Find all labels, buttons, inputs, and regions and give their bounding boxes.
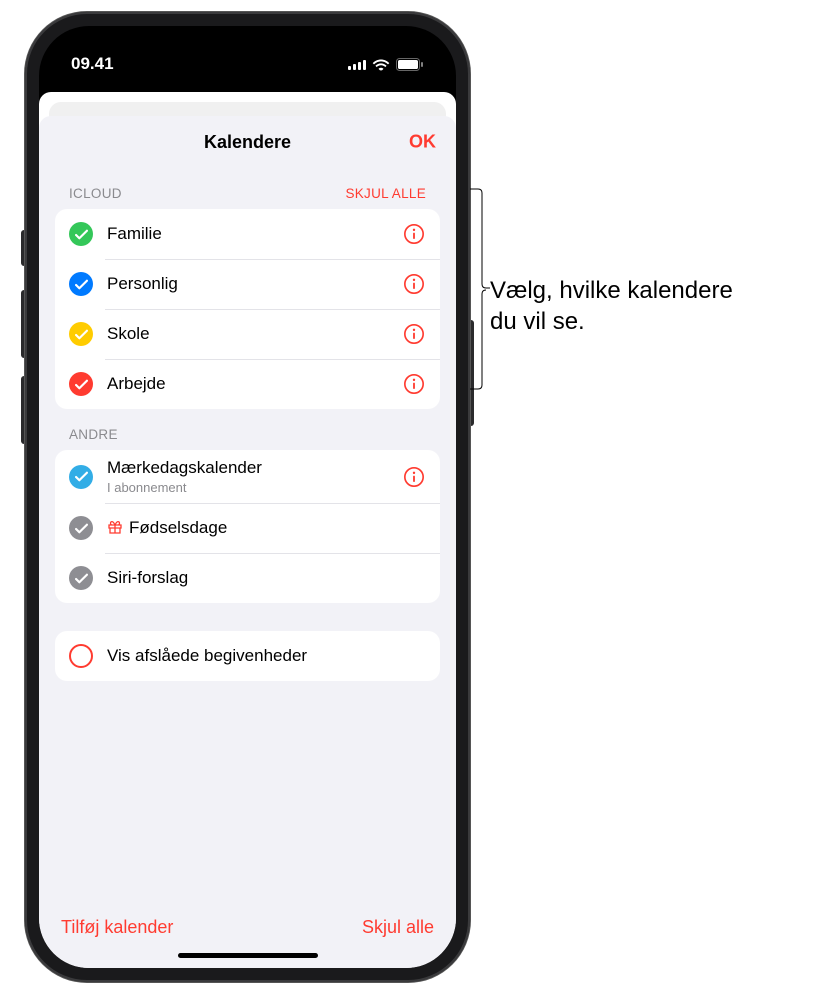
spacer — [55, 603, 440, 631]
phone-frame: 09.41 Kalendere OK ICLOUD SKJ — [25, 12, 470, 982]
callout-bracket — [470, 188, 490, 390]
wifi-icon — [372, 58, 390, 71]
gift-icon — [107, 519, 123, 535]
checkbox-checked-icon[interactable] — [69, 566, 93, 590]
checkbox-checked-icon[interactable] — [69, 465, 93, 489]
icloud-calendar-group: Familie Personlig — [55, 209, 440, 409]
status-right — [348, 58, 424, 71]
calendar-label: Mærkedagskalender — [107, 458, 388, 478]
info-icon[interactable] — [402, 222, 426, 246]
callout-line1: Vælg, hvilke kalendere — [490, 275, 733, 306]
calendar-sublabel: I abonnement — [107, 480, 388, 495]
other-calendar-group: Mærkedagskalender I abonnement — [55, 450, 440, 603]
sheet-title: Kalendere — [204, 132, 291, 153]
done-button[interactable]: OK — [409, 132, 436, 153]
calendar-row-holidays[interactable]: Mærkedagskalender I abonnement — [55, 450, 440, 503]
icloud-section-header: ICLOUD SKJUL ALLE — [55, 168, 440, 209]
calendar-row-siri[interactable]: Siri-forslag — [55, 553, 440, 603]
calendar-row-birthdays[interactable]: Fødselsdage — [55, 503, 440, 553]
checkbox-checked-icon[interactable] — [69, 272, 93, 296]
calendars-sheet: Kalendere OK ICLOUD SKJUL ALLE Familie — [39, 116, 456, 968]
calendar-label: Fødselsdage — [107, 518, 426, 538]
icloud-header-label: ICLOUD — [69, 186, 122, 201]
info-icon[interactable] — [402, 272, 426, 296]
battery-icon — [396, 58, 424, 71]
checkbox-unchecked-icon[interactable] — [69, 644, 93, 668]
declined-events-group: Vis afslåede begivenheder — [55, 631, 440, 681]
sheet-header: Kalendere OK — [39, 116, 456, 168]
calendar-label-wrap: Mærkedagskalender I abonnement — [107, 458, 388, 495]
info-icon[interactable] — [402, 372, 426, 396]
calendar-row-arbejde[interactable]: Arbejde — [55, 359, 440, 409]
checkbox-checked-icon[interactable] — [69, 372, 93, 396]
callout-text: Vælg, hvilke kalendere du vil se. — [490, 275, 733, 337]
info-icon[interactable] — [402, 322, 426, 346]
status-time: 09.41 — [71, 54, 114, 74]
checkbox-checked-icon[interactable] — [69, 516, 93, 540]
calendar-row-personlig[interactable]: Personlig — [55, 259, 440, 309]
show-declined-label: Vis afslåede begivenheder — [107, 646, 426, 666]
hide-all-button[interactable]: Skjul alle — [362, 917, 434, 938]
dynamic-island — [184, 44, 312, 82]
other-section-header: ANDRE — [55, 409, 440, 450]
calendar-row-skole[interactable]: Skole — [55, 309, 440, 359]
calendar-label: Siri-forslag — [107, 568, 426, 588]
add-calendar-button[interactable]: Tilføj kalender — [61, 917, 173, 938]
info-icon[interactable] — [402, 465, 426, 489]
home-indicator[interactable] — [178, 953, 318, 958]
phone-screen: 09.41 Kalendere OK ICLOUD SKJ — [39, 26, 456, 968]
sheet-content[interactable]: ICLOUD SKJUL ALLE Familie — [39, 168, 456, 899]
calendar-label-text: Fødselsdage — [129, 518, 227, 537]
other-header-label: ANDRE — [69, 427, 118, 442]
calendar-label: Arbejde — [107, 374, 388, 394]
calendar-row-familie[interactable]: Familie — [55, 209, 440, 259]
checkbox-checked-icon[interactable] — [69, 322, 93, 346]
calendar-label: Personlig — [107, 274, 388, 294]
checkbox-checked-icon[interactable] — [69, 222, 93, 246]
hide-all-icloud-button[interactable]: SKJUL ALLE — [345, 186, 426, 201]
calendar-label: Familie — [107, 224, 388, 244]
callout-line2: du vil se. — [490, 306, 733, 337]
show-declined-row[interactable]: Vis afslåede begivenheder — [55, 631, 440, 681]
cellular-signal-icon — [348, 58, 366, 70]
calendar-label: Skole — [107, 324, 388, 344]
